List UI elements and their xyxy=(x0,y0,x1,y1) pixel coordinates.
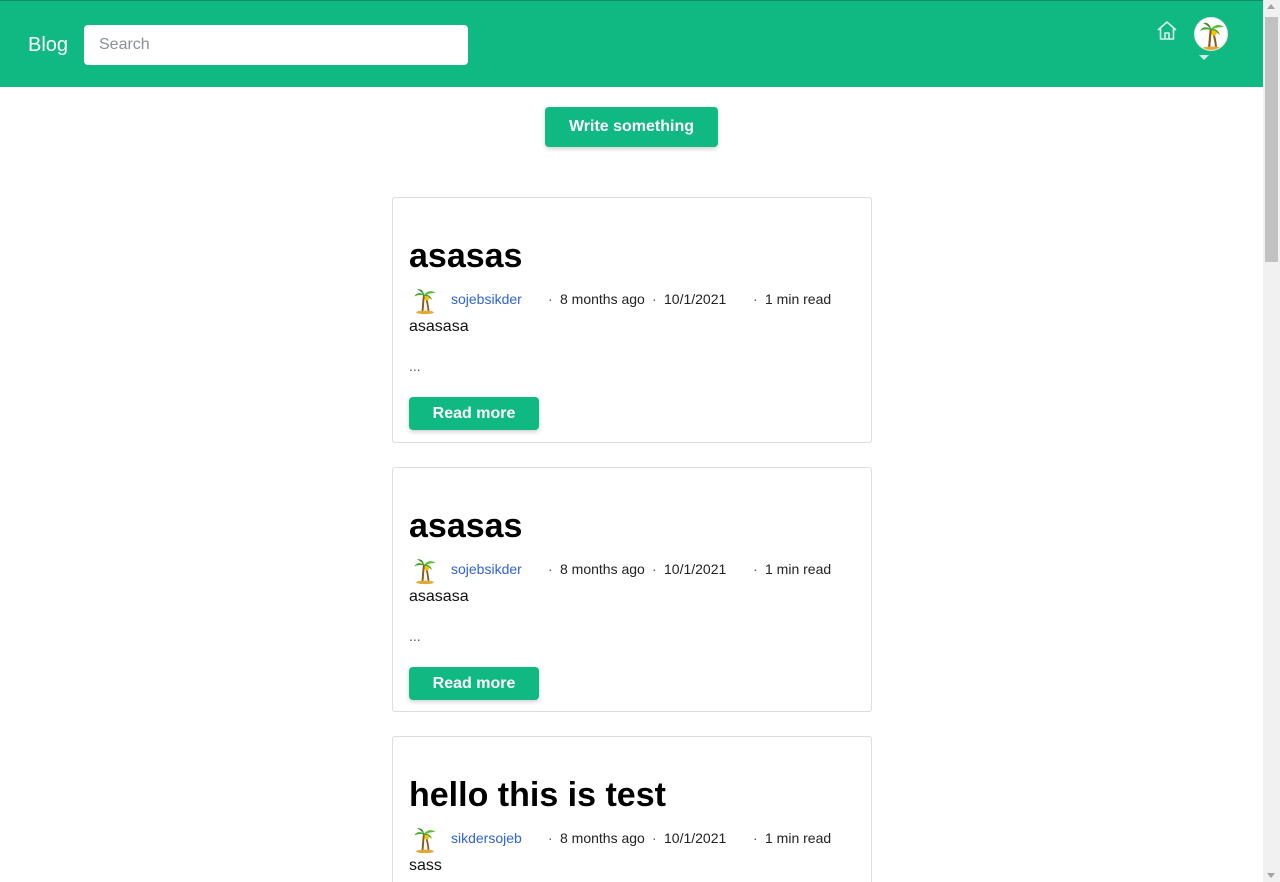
meta-separator: · xyxy=(652,830,657,846)
post-excerpt: asasasa xyxy=(409,588,469,605)
post-title[interactable]: asasas xyxy=(409,237,522,275)
post-time-ago: 8 months ago xyxy=(560,291,645,307)
post-meta: sikdersojeb · 8 months ago · 10/1/2021 ·… xyxy=(409,824,849,854)
user-avatar[interactable] xyxy=(1194,17,1228,51)
author-link[interactable]: sojebsikder xyxy=(451,291,522,307)
home-icon[interactable] xyxy=(1155,19,1179,43)
author-avatar xyxy=(409,285,441,315)
post-read-time: 1 min read xyxy=(765,830,832,846)
post-excerpt: sass xyxy=(409,857,442,874)
author-avatar xyxy=(409,824,441,854)
author-link[interactable]: sikdersojeb xyxy=(451,830,522,846)
author-link[interactable]: sojebsikder xyxy=(451,561,522,577)
post-card: asasas sojebsikder · 8 months ago · 10/1… xyxy=(392,197,872,443)
vertical-scrollbar[interactable] xyxy=(1263,0,1280,882)
post-title[interactable]: hello this is test xyxy=(409,776,666,814)
top-navbar: Blog xyxy=(0,0,1263,87)
meta-separator: · xyxy=(548,561,553,577)
meta-separator: · xyxy=(753,830,758,846)
chevron-down-icon[interactable] xyxy=(1199,55,1209,60)
author-avatar xyxy=(409,555,441,585)
read-more-button[interactable]: Read more xyxy=(409,397,539,430)
post-read-time: 1 min read xyxy=(765,291,832,307)
post-time-ago: 8 months ago xyxy=(560,830,645,846)
meta-separator: · xyxy=(548,830,553,846)
post-time-ago: 8 months ago xyxy=(560,561,645,577)
scroll-up-arrow-icon[interactable] xyxy=(1267,4,1275,9)
post-card: asasas sojebsikder · 8 months ago · 10/1… xyxy=(392,467,872,712)
post-title[interactable]: asasas xyxy=(409,507,522,545)
post-meta: sojebsikder · 8 months ago · 10/1/2021 ·… xyxy=(409,555,849,585)
meta-separator: · xyxy=(753,561,758,577)
post-read-time: 1 min read xyxy=(765,561,832,577)
scrollbar-thumb[interactable] xyxy=(1265,17,1278,262)
post-date: 10/1/2021 xyxy=(664,561,727,577)
brand-logo[interactable]: Blog xyxy=(28,33,68,57)
read-more-button[interactable]: Read more xyxy=(409,667,539,700)
post-meta: sojebsikder · 8 months ago · 10/1/2021 ·… xyxy=(409,285,849,315)
search-input[interactable] xyxy=(84,25,468,65)
meta-separator: · xyxy=(548,291,553,307)
post-ellipsis: ... xyxy=(409,628,421,644)
page: Blog Write something xyxy=(0,0,1263,882)
post-ellipsis: ... xyxy=(409,358,421,374)
meta-separator: · xyxy=(652,561,657,577)
scroll-down-arrow-icon[interactable] xyxy=(1267,873,1275,878)
post-date: 10/1/2021 xyxy=(664,830,727,846)
post-card: hello this is test sikdersojeb · 8 month… xyxy=(392,736,872,882)
post-excerpt: asasasa xyxy=(409,318,469,335)
post-date: 10/1/2021 xyxy=(664,291,727,307)
write-something-button[interactable]: Write something xyxy=(545,107,718,147)
meta-separator: · xyxy=(753,291,758,307)
meta-separator: · xyxy=(652,291,657,307)
